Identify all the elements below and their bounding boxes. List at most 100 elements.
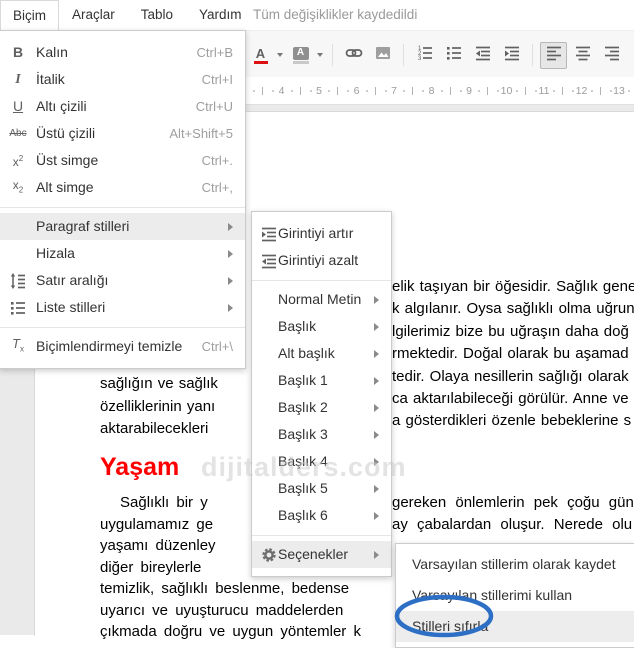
- menu-bicim[interactable]: Biçim: [0, 0, 59, 31]
- ruler-dot: [347, 90, 349, 92]
- menu-bar-items: BiçimAraçlarTabloYardım: [0, 0, 255, 30]
- menu-item-decrease-indent[interactable]: Girintiyi azalt: [252, 247, 391, 274]
- link-icon: [345, 44, 363, 67]
- ruler-tick: [487, 87, 488, 95]
- menu-item-heading-3[interactable]: Başlık 3: [252, 421, 391, 448]
- menu-item-list-styles[interactable]: Liste stilleri: [0, 294, 245, 321]
- menu-item-clear-formatting[interactable]: TxBiçimlendirmeyi temizleCtrl+\: [0, 333, 245, 360]
- ruler-dot: [572, 90, 574, 92]
- menu-separator: [0, 327, 245, 328]
- menu-item-save-default-styles[interactable]: Varsayılan stillerim olarak kaydet: [396, 549, 634, 580]
- ruler-dot: [460, 90, 462, 92]
- align-center-button[interactable]: [569, 42, 596, 69]
- ruler-tick: [375, 87, 376, 95]
- submenu-arrow-icon: [228, 277, 233, 285]
- ruler-dot: [253, 90, 255, 92]
- menu-yardim[interactable]: Yardım: [186, 0, 255, 30]
- highlight-color-button[interactable]: A: [287, 42, 314, 69]
- submenu-arrow-icon: [374, 431, 379, 439]
- menu-item-normal-text[interactable]: Normal Metin: [252, 286, 391, 313]
- decrease-indent-button[interactable]: [469, 42, 496, 69]
- ruler-cell: 13: [619, 85, 634, 97]
- menu-item-underline[interactable]: UAltı çiziliCtrl+U: [0, 93, 245, 120]
- highlight-color-swatch: [293, 61, 309, 64]
- menu-item-paragraph-styles[interactable]: Paragraf stilleri: [0, 213, 245, 240]
- align-left-button[interactable]: [540, 42, 567, 69]
- ruler-dot: [441, 90, 443, 92]
- ruler-number: 10: [501, 85, 513, 97]
- numbered-list-button[interactable]: 123: [411, 42, 438, 69]
- menu-item-align[interactable]: Hizala: [0, 240, 245, 267]
- menu-separator: [252, 280, 391, 281]
- ruler-tick: [412, 87, 413, 95]
- menu-item-increase-indent[interactable]: Girintiyi artır: [252, 220, 391, 247]
- ruler-cell: [244, 85, 282, 97]
- menu-item-heading-6[interactable]: Başlık 6: [252, 502, 391, 529]
- align-right-button[interactable]: [598, 42, 625, 69]
- menu-item-line-spacing[interactable]: Satır aralığı: [0, 267, 245, 294]
- document-text-line: tedir. Olaya nesillerin sağlığı olarak: [392, 366, 634, 388]
- menu-separator: [252, 535, 391, 536]
- ruler-marks: 45678910111213: [244, 85, 634, 97]
- bulleted-list-button[interactable]: [440, 42, 467, 69]
- menu-item-label: Başlık: [278, 313, 381, 340]
- ruler-cell: 7: [394, 85, 432, 97]
- menu-item-label: Hizala: [36, 240, 235, 267]
- document-text-line: rmektedir. Doğal olarak bu aşamad: [392, 343, 634, 365]
- highlight-color-icon: A: [293, 47, 309, 64]
- ruler-dot: [535, 90, 537, 92]
- menu-item-heading-4[interactable]: Başlık 4: [252, 448, 391, 475]
- increase-indent-button[interactable]: [498, 42, 525, 69]
- bulleted-list-icon: [445, 44, 463, 67]
- align-center-icon: [574, 44, 592, 67]
- indent-increase-icon: [259, 220, 279, 247]
- document-text-line: elik taşıyan bir öğesidir. Sağlık gene: [392, 276, 634, 298]
- ruler-dot: [310, 90, 312, 92]
- indent-increase-icon: [503, 44, 521, 67]
- line-spacing-icon: [8, 267, 28, 294]
- toolbar-separator: [332, 44, 333, 66]
- numbered-list-icon: 123: [416, 44, 434, 67]
- menu-item-subtitle[interactable]: Alt başlık: [252, 340, 391, 367]
- ruler-dot: [516, 90, 518, 92]
- menu-item-bold[interactable]: BKalınCtrl+B: [0, 39, 245, 66]
- menu-item-options[interactable]: Seçenekler: [252, 541, 391, 568]
- highlight-color-button-dropdown[interactable]: [315, 43, 324, 68]
- menu-item-title[interactable]: Başlık: [252, 313, 391, 340]
- ruler-dot: [385, 90, 387, 92]
- insert-image-button[interactable]: [369, 42, 396, 69]
- menu-item-shortcut: Alt+Shift+5: [169, 120, 233, 147]
- text-color-button[interactable]: A: [247, 42, 274, 69]
- ruler-dot: [628, 90, 630, 92]
- menu-item-heading-2[interactable]: Başlık 2: [252, 394, 391, 421]
- align-right-icon: [603, 44, 621, 67]
- menu-item-heading-5[interactable]: Başlık 5: [252, 475, 391, 502]
- clear-format-icon: Tx: [8, 333, 28, 360]
- ruler-number: 4: [279, 85, 285, 97]
- menu-item-shortcut: Ctrl+,: [202, 174, 233, 201]
- text-color-button-dropdown[interactable]: [275, 43, 284, 68]
- strikethrough-icon: Abc: [8, 120, 28, 147]
- menu-item-shortcut: Ctrl+U: [196, 93, 233, 120]
- menu-item-label: Normal Metin: [278, 286, 381, 313]
- indent-decrease-icon: [259, 247, 279, 274]
- menu-item-label: Başlık 5: [278, 475, 381, 502]
- menu-item-strikethrough[interactable]: AbcÜstü çiziliAlt+Shift+5: [0, 120, 245, 147]
- menu-tablo[interactable]: Tablo: [128, 0, 186, 30]
- insert-link-button[interactable]: [340, 42, 367, 69]
- justify-button[interactable]: [627, 42, 634, 69]
- submenu-arrow-icon: [374, 296, 379, 304]
- ruler-cell: 5: [319, 85, 357, 97]
- menu-item-superscript[interactable]: x2Üst simgeCtrl+.: [0, 147, 245, 174]
- google-docs-app: { "menubar": { "items": [ {"name": "menu…: [0, 0, 634, 635]
- align-left-icon: [545, 44, 563, 67]
- menu-araclar[interactable]: Araçlar: [59, 0, 128, 30]
- menu-item-heading-1[interactable]: Başlık 1: [252, 367, 391, 394]
- menu-item-label: Girintiyi artır: [278, 220, 381, 247]
- document-text-line: ca aktarılabileceği görülür. Anne ve: [392, 388, 634, 410]
- menu-item-subscript[interactable]: x2Alt simgeCtrl+,: [0, 174, 245, 201]
- ruler-number: 9: [466, 85, 472, 97]
- menu-item-italic[interactable]: IİtalikCtrl+I: [0, 66, 245, 93]
- document-paragraph-fragment: gereken önlemlerin pek çoğu günay çabala…: [392, 492, 634, 535]
- submenu-arrow-icon: [374, 458, 379, 466]
